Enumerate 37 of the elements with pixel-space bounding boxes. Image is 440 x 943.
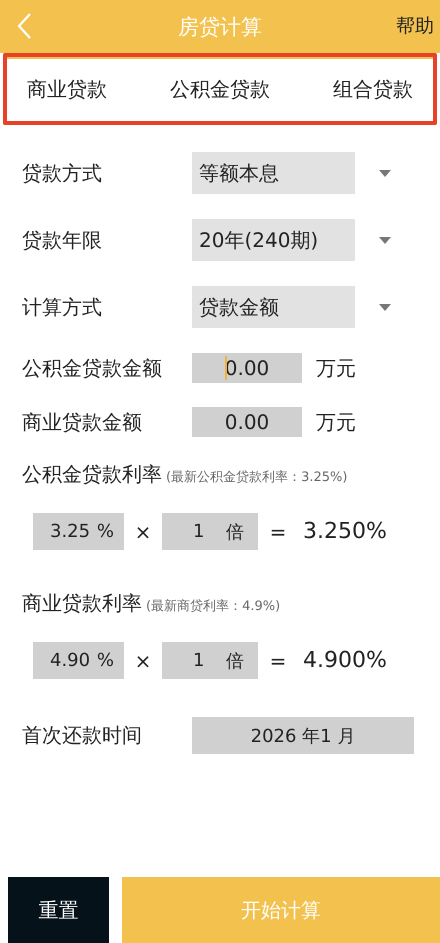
field-label: 贷款年限: [22, 226, 103, 254]
rate-input[interactable]: 4.90 %: [33, 642, 124, 679]
unit-label: 万元: [316, 408, 356, 436]
unit-label: 万元: [316, 354, 356, 382]
loan-tab[interactable]: 商业贷款: [27, 72, 107, 106]
field-label: 商业贷款金额: [22, 408, 143, 436]
field-label: 贷款方式: [22, 160, 103, 186]
dropdown-caret-icon[interactable]: [379, 170, 391, 176]
rate-input[interactable]: 3.25 %: [33, 513, 124, 550]
amount-input[interactable]: 0.00: [192, 353, 302, 383]
times-sign: ×: [134, 648, 152, 672]
multiple-input[interactable]: 1 倍: [162, 642, 258, 679]
loan-tab[interactable]: 公积金贷款: [170, 72, 270, 106]
dropdown-caret-icon[interactable]: [379, 236, 391, 244]
rate-result: 4.900%: [303, 648, 387, 673]
equals-sign: =: [268, 648, 288, 672]
page-title: 房贷计算: [178, 14, 262, 40]
field-label: 公积金贷款金额: [22, 354, 163, 382]
field-label: 计算方式: [22, 294, 103, 320]
dropdown-caret-icon[interactable]: [379, 304, 391, 310]
dropdown-field[interactable]: 等额本息: [192, 152, 355, 194]
equals-sign: =: [268, 520, 288, 544]
multiple-input[interactable]: 1 倍: [162, 513, 258, 550]
reset-button[interactable]: 重置: [8, 877, 109, 943]
rate-hint: (最新公积金贷款利率：3.25%): [166, 469, 348, 486]
amount-input[interactable]: 0.00: [192, 407, 302, 437]
field-label: 首次还款时间: [22, 722, 143, 749]
rate-result: 3.250%: [303, 519, 387, 544]
section-title: 商业贷款利率: [22, 590, 142, 617]
help-button[interactable]: 帮助: [396, 13, 434, 39]
dropdown-field[interactable]: 20年(240期): [192, 219, 355, 261]
section-title: 公积金贷款利率: [22, 461, 162, 488]
rate-hint: (最新商贷利率：4.9%): [146, 598, 280, 615]
loan-tab[interactable]: 组合贷款: [333, 72, 413, 106]
date-picker-field[interactable]: 2026 年1 月: [192, 717, 414, 754]
times-sign: ×: [134, 520, 152, 544]
dropdown-field[interactable]: 贷款金额: [192, 286, 355, 328]
